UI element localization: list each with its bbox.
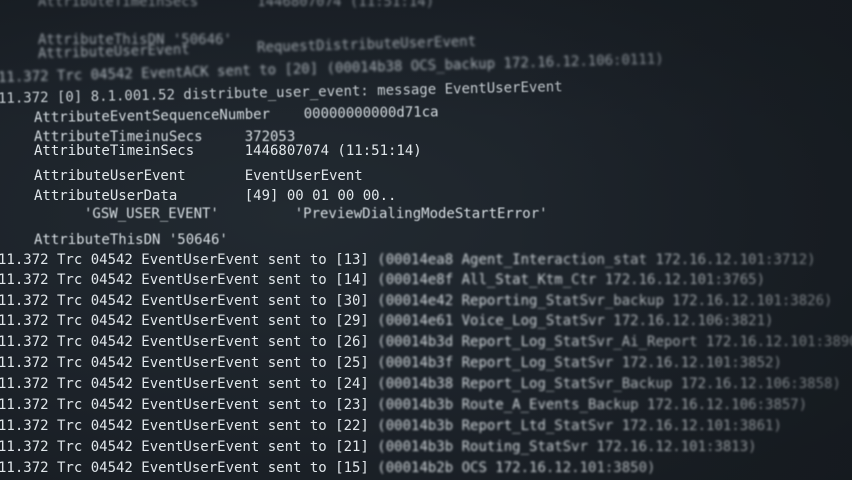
log-line: 11.372 Trc 04542 EventUserEvent sent to … [0, 376, 841, 392]
terminal-screen: AttributeTimeinSecs 1446807074 (11:51:14… [0, 0, 852, 480]
log-line: 11.372 Trc 04542 EventUserEvent sent to … [0, 355, 782, 371]
log-line: 11.372 Trc 04542 EventUserEvent sent to … [0, 334, 852, 350]
log-line: 11.372 Trc 04542 EventUserEvent sent to … [0, 272, 766, 288]
log-line: 11.372 Trc 04542 EventUserEvent sent to … [0, 439, 757, 455]
log-line: 11.372 Trc 04542 EventUserEvent sent to … [0, 293, 833, 309]
log-line: AttributeThisDN '50646' [34, 232, 228, 248]
log-line: AttributeUserEvent EventUserEvent [34, 168, 363, 184]
log-line: 'GSW_USER_EVENT' 'PreviewDialingModeStar… [84, 206, 548, 222]
log-line: 11.372 Trc 04542 EventUserEvent sent to … [0, 313, 774, 329]
log-line: AttributeTimeinSecs 1446807074 (11:51:14… [34, 143, 422, 159]
log-line: 11.372 Trc 04542 EventUserEvent sent to … [0, 460, 656, 476]
log-line: AttributeTimeinSecs 1446807074 (11:51:14… [38, 0, 435, 10]
log-line: AttributeEventSequenceNumber 00000000000… [33, 104, 439, 126]
log-line: 11.372 Trc 04542 EventUserEvent sent to … [0, 252, 816, 268]
log-line: 11.372 Trc 04542 EventUserEvent sent to … [0, 418, 782, 434]
log-line: AttributeUserData [49] 00 01 00 00.. [34, 188, 397, 204]
log-line: 11.372 Trc 04542 EventUserEvent sent to … [0, 397, 808, 413]
